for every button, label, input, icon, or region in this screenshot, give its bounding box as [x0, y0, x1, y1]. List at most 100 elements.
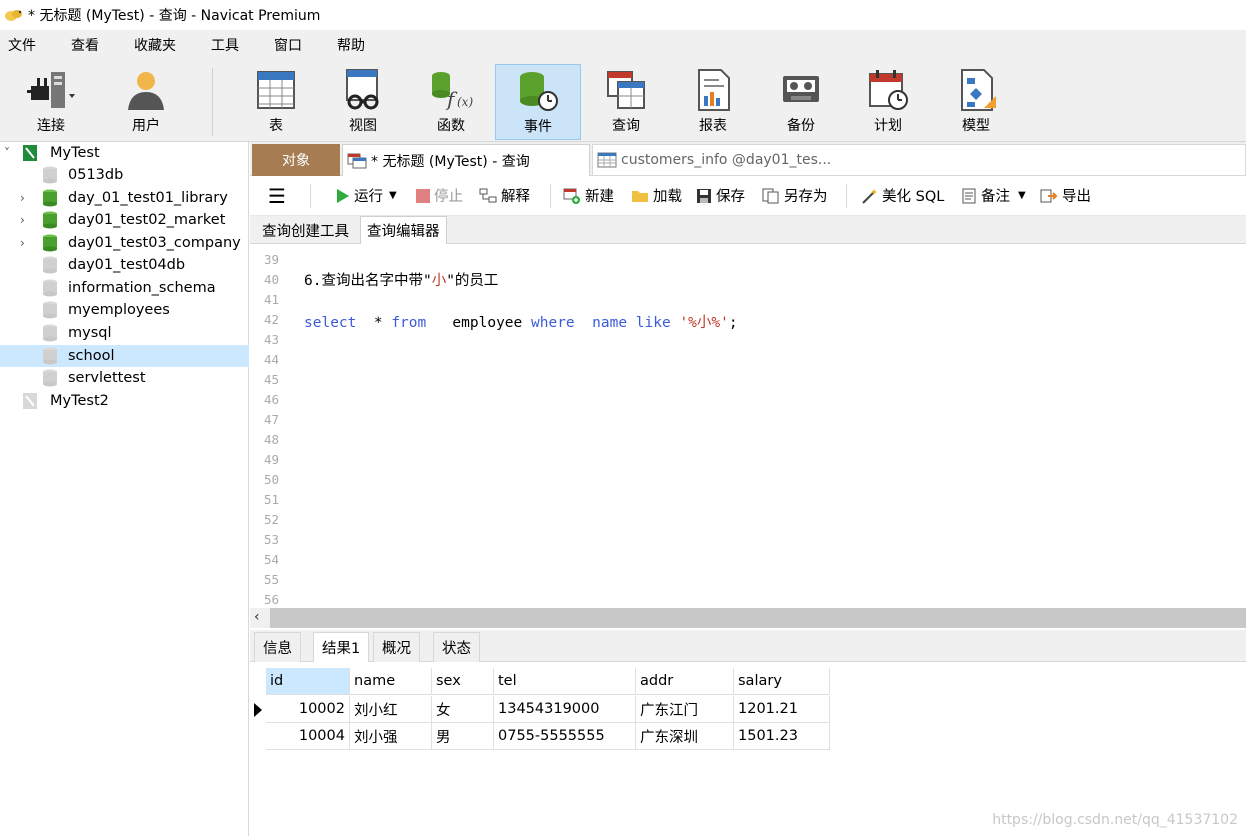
- tab-query-untitled[interactable]: * 无标题 (MyTest) - 查询: [342, 144, 590, 176]
- new-button[interactable]: 新建: [563, 185, 614, 206]
- menu-favorites[interactable]: 收藏夹: [126, 35, 191, 55]
- new-query-icon: [563, 188, 580, 204]
- dropdown-arrow-icon[interactable]: ▼: [389, 190, 397, 201]
- menu-file[interactable]: 文件: [0, 35, 51, 55]
- svg-text:(x): (x): [457, 95, 473, 109]
- main-toolbar: 连接 用户 表 视图 f (x) 函数 事件 查询 报表 备份 计划 模型: [0, 60, 1246, 142]
- stop-button[interactable]: 停止: [416, 185, 463, 206]
- table-cell[interactable]: 13454319000: [494, 696, 636, 723]
- table-cell[interactable]: 广东江门: [636, 696, 734, 723]
- menu-tools[interactable]: 工具: [203, 35, 254, 55]
- function-button[interactable]: f (x) 函数: [408, 64, 494, 140]
- query-button[interactable]: 查询: [583, 64, 669, 140]
- table-cell[interactable]: 0755-5555555: [494, 723, 636, 750]
- editor-horizontal-scrollbar[interactable]: ‹: [250, 608, 1246, 628]
- load-button[interactable]: 加载: [631, 185, 682, 206]
- table-cell[interactable]: 10004: [266, 723, 350, 750]
- scrollbar-thumb[interactable]: [270, 608, 1246, 628]
- line-number: 41: [264, 292, 280, 307]
- line-number: 52: [264, 512, 280, 527]
- run-button[interactable]: 运行 ▼: [336, 185, 397, 206]
- table-cell[interactable]: 1201.21: [734, 696, 830, 723]
- beautify-sql-button[interactable]: 美化 SQL: [860, 185, 944, 206]
- save-as-button[interactable]: 另存为: [762, 185, 828, 206]
- schedule-button[interactable]: 计划: [845, 64, 931, 140]
- tab-customers-info[interactable]: customers_info @day01_tes...: [592, 144, 1246, 176]
- table-cell[interactable]: 女: [432, 696, 494, 723]
- export-icon: [1040, 189, 1058, 202]
- column-header-sex[interactable]: sex: [432, 668, 494, 695]
- explain-button[interactable]: 解释: [479, 185, 530, 206]
- tab-profile[interactable]: 概况: [373, 632, 420, 662]
- user-button[interactable]: 用户: [103, 64, 189, 140]
- report-icon: [698, 69, 730, 111]
- tree-item-myemployees[interactable]: myemployees: [0, 299, 249, 321]
- database-closed-icon: [43, 369, 57, 387]
- model-label: 模型: [962, 118, 990, 134]
- tree-item-servlettest[interactable]: servlettest: [0, 367, 249, 389]
- table-cell[interactable]: 刘小强: [350, 723, 432, 750]
- menu-help[interactable]: 帮助: [329, 35, 380, 55]
- magic-wand-icon: [862, 188, 877, 204]
- separator: [846, 184, 847, 208]
- table-icon: [257, 71, 295, 109]
- comment-button[interactable]: 备注 ▼: [961, 185, 1026, 206]
- backup-button[interactable]: 备份: [758, 64, 844, 140]
- table-button[interactable]: 表: [233, 64, 319, 140]
- connection-button[interactable]: 连接: [8, 64, 94, 140]
- database-closed-icon: [43, 279, 57, 297]
- line-number: 51: [264, 492, 280, 507]
- column-header-salary[interactable]: salary: [734, 668, 830, 695]
- tab-query-editor[interactable]: 查询编辑器: [360, 216, 447, 244]
- tab-status[interactable]: 状态: [433, 632, 480, 662]
- dropdown-arrow-icon[interactable]: ▼: [1018, 190, 1026, 201]
- export-button[interactable]: 导出: [1040, 185, 1091, 206]
- function-icon: f (x): [432, 72, 473, 111]
- tree-item-day-01-test01-library[interactable]: › day_01_test01_library: [0, 187, 249, 209]
- tab-query-builder[interactable]: 查询创建工具: [256, 216, 355, 244]
- table-cell[interactable]: 10002: [266, 696, 350, 723]
- tree-item-school[interactable]: school: [0, 345, 249, 367]
- tree-item-day01-test02-market[interactable]: › day01_test02_market: [0, 209, 249, 231]
- column-header-name[interactable]: name: [350, 668, 432, 695]
- tab-info[interactable]: 信息: [254, 632, 301, 662]
- menu-view[interactable]: 查看: [63, 35, 114, 55]
- table-cell[interactable]: 男: [432, 723, 494, 750]
- tab-objects[interactable]: 对象: [252, 144, 340, 176]
- chevron-down-icon[interactable]: ˅: [4, 147, 16, 159]
- current-row-indicator-icon: [254, 696, 266, 723]
- sql-editor[interactable]: 39 40 41 42 43 44 45 46 47 48 49 50 51 5…: [250, 244, 1246, 608]
- chevron-right-icon[interactable]: ›: [20, 192, 32, 204]
- table-label: 表: [269, 118, 283, 134]
- tree-item-mytest[interactable]: ˅ MyTest: [0, 142, 249, 164]
- scroll-left-icon[interactable]: ‹: [254, 609, 260, 625]
- event-label: 事件: [524, 119, 552, 135]
- line-number: 40: [264, 272, 280, 287]
- chevron-right-icon[interactable]: ›: [20, 237, 32, 249]
- tree-item-day01-test04db[interactable]: day01_test04db: [0, 254, 249, 276]
- folder-open-icon: [632, 190, 648, 202]
- toolbar-separator: [212, 68, 213, 136]
- menu-window[interactable]: 窗口: [266, 35, 317, 55]
- column-header-addr[interactable]: addr: [636, 668, 734, 695]
- tree-item-information-schema[interactable]: information_schema: [0, 277, 249, 299]
- tree-item-mysql[interactable]: mysql: [0, 322, 249, 344]
- hamburger-menu-icon[interactable]: ☰: [268, 184, 286, 208]
- table-cell[interactable]: 1501.23: [734, 723, 830, 750]
- table-cell[interactable]: 刘小红: [350, 696, 432, 723]
- chevron-right-icon[interactable]: ›: [20, 214, 32, 226]
- column-header-tel[interactable]: tel: [494, 668, 636, 695]
- report-button[interactable]: 报表: [670, 64, 756, 140]
- save-button[interactable]: 保存: [696, 185, 745, 206]
- table-cell[interactable]: 广东深圳: [636, 723, 734, 750]
- tree-item-mytest2[interactable]: MyTest2: [0, 390, 249, 412]
- result-grid: id name sex tel addr salary 10002 刘小红 女 …: [250, 662, 1246, 836]
- tree-item-day01-test03-company[interactable]: › day01_test03_company: [0, 232, 249, 254]
- event-button[interactable]: 事件: [495, 64, 581, 140]
- view-button[interactable]: 视图: [320, 64, 406, 140]
- tab-result-1[interactable]: 结果1: [313, 632, 370, 662]
- column-header-id[interactable]: id: [266, 668, 350, 695]
- tree-item-0513db[interactable]: 0513db: [0, 164, 249, 186]
- model-button[interactable]: 模型: [933, 64, 1019, 140]
- stop-icon: [416, 188, 430, 203]
